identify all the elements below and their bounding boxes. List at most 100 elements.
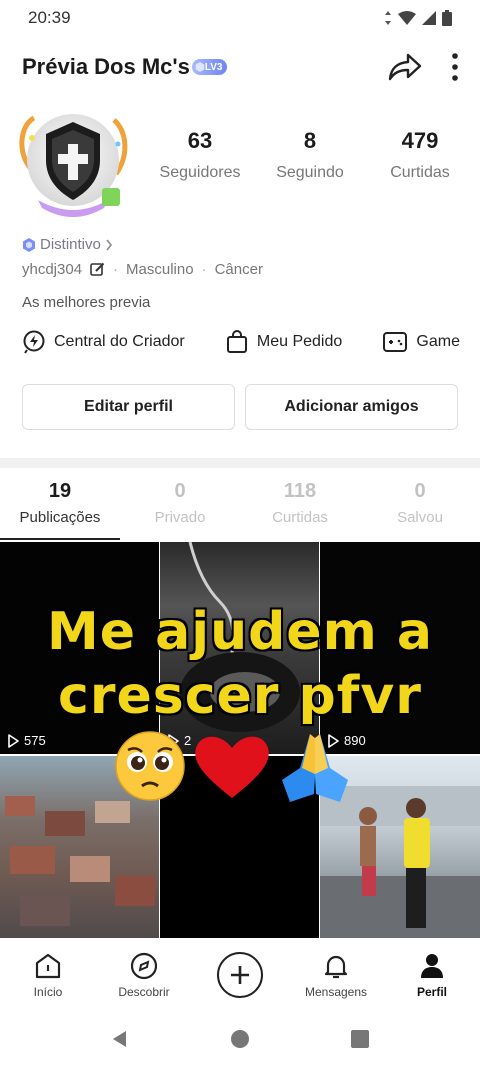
followers-count: 63 [187,128,213,153]
stat-following[interactable]: 8 Seguindo [260,128,360,182]
profile-summary: 63 Seguidores 8 Seguindo 479 Curtidas [0,104,480,224]
recents-square-icon [351,1030,369,1048]
username: yhcdj304 [22,261,83,278]
view-count: 575 [6,733,46,748]
shopping-bag-icon [226,330,247,353]
chevron-right-icon [106,239,112,250]
nav-descobrir[interactable]: Descobrir [96,952,192,999]
status-bar: 20:39 [0,0,480,36]
profile-meta: yhcdj304 · Masculino · Câncer [22,261,462,278]
followers-label: Seguidores [159,164,241,181]
tab-count: 0 [174,480,186,502]
following-label: Seguindo [276,164,344,181]
profile-header: Prévia Dos Mc's LV3 [0,40,480,94]
nav-label: Mensagens [304,984,368,999]
my-orders-link[interactable]: Meu Pedido [225,330,342,354]
post-thumbnail[interactable]: 890 [320,542,480,754]
data-arrows-icon [385,11,391,25]
tab-label: Privado [154,509,206,526]
status-icons [384,10,452,26]
game-link[interactable]: Game [382,330,460,354]
profile-stats: 63 Seguidores 8 Seguindo 479 Curtidas [150,128,470,182]
nav-inicio[interactable]: Início [0,952,96,999]
recents-button[interactable] [350,1029,370,1049]
play-icon [8,733,19,748]
gender: Masculino [126,261,194,278]
tab-privado[interactable]: 0 Privado [120,480,240,540]
nav-mensagens[interactable]: Mensagens [288,952,384,999]
level-hex-icon [195,62,205,72]
my-orders-label: Meu Pedido [256,333,343,350]
pleading-face-icon [115,731,185,801]
thumbnail-art [180,542,300,732]
tab-salvou[interactable]: 0 Salvou [360,480,480,540]
home-icon [35,953,61,978]
back-button[interactable] [110,1029,130,1049]
views-value: 575 [24,733,46,748]
post-thumbnail[interactable]: 575 [0,542,159,754]
badge-hex-icon [23,237,35,252]
creator-center-link[interactable]: Central do Criador [22,330,185,354]
content-tabs: 19 Publicações 0 Privado 118 Curtidas 0 … [0,480,480,540]
nav-label: Perfil [416,984,447,999]
edit-icon[interactable] [90,262,105,277]
game-label: Game [416,333,460,350]
nav-create[interactable] [192,952,288,998]
gamepad-icon [383,332,408,352]
shortcuts-row: Central do Criador Meu Pedido Game [22,330,460,354]
nav-perfil[interactable]: Perfil [384,952,480,999]
tab-count: 0 [414,480,426,502]
creator-bolt-icon [23,330,45,354]
stat-likes[interactable]: 479 Curtidas [370,128,470,182]
more-vertical-icon [452,53,458,81]
edit-profile-button[interactable]: Editar perfil [22,384,235,430]
nav-label: Descobrir [118,984,170,999]
battery-icon [442,10,452,26]
likes-label: Curtidas [390,164,450,181]
more-options-button[interactable] [452,53,458,81]
page-title: Prévia Dos Mc's [22,54,190,79]
profile-bio: Distintivo yhcdj304 · Masculino · Câncer… [22,236,462,311]
following-count: 8 [303,128,317,153]
likes-count: 479 [401,128,439,153]
share-button[interactable] [388,52,422,82]
stat-followers[interactable]: 63 Seguidores [150,128,250,182]
tab-count: 19 [48,480,72,502]
back-triangle-icon [113,1031,126,1047]
zodiac-sign: Câncer [214,261,263,278]
bottom-nav: Início Descobrir Mensagens Perfil [0,938,480,1012]
tab-label: Curtidas [272,509,328,526]
home-circle-icon [231,1030,249,1048]
add-post-button[interactable] [217,952,263,998]
section-divider [0,458,480,468]
status-time: 20:39 [28,8,71,27]
tab-count: 118 [283,480,317,502]
separator-dot: · [113,261,119,278]
bell-icon [324,955,348,978]
share-arrow-icon [388,53,422,81]
tab-label: Publicações [19,509,101,526]
signal-icon [422,11,436,25]
red-heart-icon [195,736,269,798]
bio-description: As melhores previa [22,294,151,311]
tab-curtidas[interactable]: 118 Curtidas [240,480,360,540]
home-button[interactable] [230,1029,250,1049]
level-label: LV3 [204,61,223,73]
post-thumbnail[interactable]: 2 [160,542,319,754]
creator-center-label: Central do Criador [54,333,185,350]
tab-publicacoes[interactable]: 19 Publicações [0,480,120,540]
tab-label: Salvou [397,509,443,526]
add-friends-button[interactable]: Adicionar amigos [245,384,458,430]
distintivo-link[interactable]: Distintivo [22,236,462,253]
emoji-overlay [115,731,348,802]
separator-dot: · [201,261,207,278]
avatar[interactable] [12,108,134,220]
wifi-icon [398,11,416,25]
system-nav-bar [0,1012,480,1066]
folded-hands-icon [282,734,348,802]
compass-icon [130,952,158,979]
plus-icon [231,966,249,984]
nav-label: Início [33,984,63,999]
distintivo-label: Distintivo [40,236,101,253]
level-badge: LV3 [191,59,228,75]
